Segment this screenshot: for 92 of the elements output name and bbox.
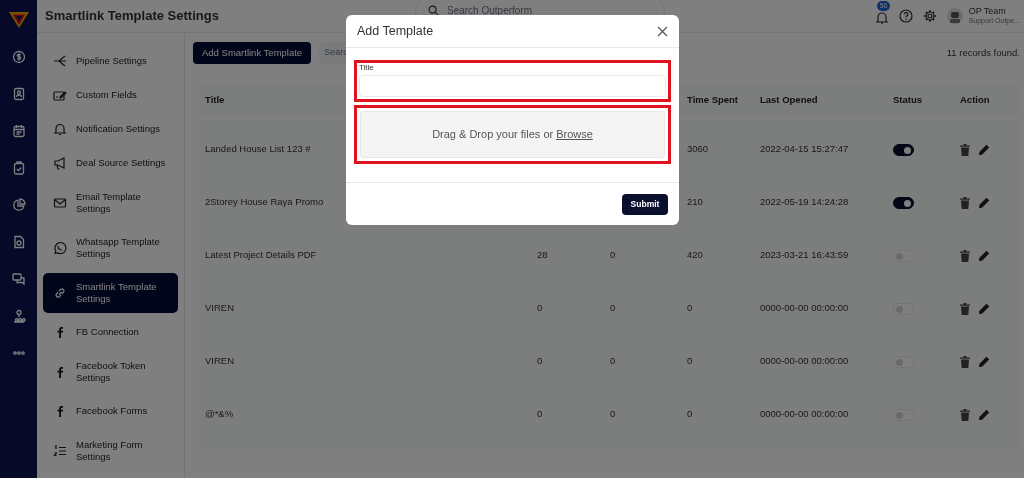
table-cell: 0	[687, 301, 693, 316]
pencil-icon[interactable]	[978, 196, 990, 209]
submit-button[interactable]: Submit	[622, 193, 668, 215]
settings-menu-item[interactable]: Custom Fields	[43, 78, 178, 112]
table-cell: VIREN	[205, 301, 235, 316]
user-name: OP Team	[968, 6, 1007, 16]
table-cell: 0000-00-00 00:00:00	[760, 301, 849, 316]
status-toggle[interactable]	[893, 143, 914, 156]
settings-menu-item[interactable]: Marketing Form Settings	[43, 430, 178, 471]
table-cell: 0	[537, 407, 543, 422]
settings-menu-item[interactable]: Pipeline Settings	[43, 44, 178, 78]
table-cell: 0	[537, 301, 543, 316]
settings-menu-item[interactable]: Deal Source Settings	[43, 146, 178, 180]
table-cell: VIREN	[205, 354, 235, 369]
table-cell: 28	[537, 248, 548, 263]
settings-menu-item[interactable]: Facebook Token Settings	[43, 351, 178, 392]
table-cell: 2022-04-15 15:27:47	[760, 142, 849, 157]
settings-menu-item[interactable]: FB Connection	[43, 315, 178, 349]
column-header: Status	[893, 94, 923, 106]
table-cell: 0	[537, 354, 543, 369]
modal-title: Add Template	[357, 22, 435, 40]
table-cell: Landed House List 123 #	[205, 142, 311, 157]
trash-icon[interactable]	[960, 249, 970, 262]
file-dropzone[interactable]: Drag & Drop your files or Browse	[360, 111, 665, 158]
column-header: Last Opened	[760, 94, 818, 106]
status-toggle[interactable]	[893, 196, 914, 209]
add-template-button[interactable]: Add Smartlink Template	[193, 42, 312, 64]
table-cell: 0	[610, 354, 616, 369]
table-cell: 0	[610, 301, 616, 316]
bell-icon	[53, 122, 67, 136]
close-icon[interactable]	[657, 25, 668, 37]
table-cell: 420	[687, 248, 703, 263]
contact-card-icon[interactable]	[11, 87, 26, 101]
records-count: 11 records found.	[946, 45, 1020, 60]
table-cell: 0	[687, 354, 693, 369]
pencil-icon[interactable]	[978, 302, 990, 315]
settings-icon[interactable]	[922, 9, 937, 23]
table-cell: 2Storey House Raya Promo	[205, 195, 324, 210]
column-header: Time Spent	[687, 94, 739, 106]
pie-chart-icon[interactable]	[11, 198, 26, 212]
trash-icon[interactable]	[960, 302, 970, 315]
logo-icon[interactable]	[7, 11, 30, 29]
link-icon	[53, 285, 67, 300]
whatsapp-icon	[53, 240, 67, 255]
pipeline-icon	[53, 54, 67, 68]
table-cell: 0	[610, 407, 616, 422]
table-cell: 210	[687, 195, 703, 210]
notification-icon[interactable]	[874, 11, 889, 25]
table-cell: 0000-00-00 00:00:00	[760, 407, 849, 422]
trash-icon[interactable]	[960, 143, 970, 156]
pencil-icon[interactable]	[978, 249, 990, 262]
search-placeholder: Searc	[324, 46, 348, 60]
settings-menu-item[interactable]: Facebook Forms	[43, 394, 178, 428]
table-cell: 0	[687, 407, 693, 422]
settings-menu-item[interactable]: Email Template Settings	[43, 182, 178, 223]
clipboard-check-icon[interactable]	[11, 161, 26, 175]
search-icon	[428, 4, 439, 16]
table-cell: @*&%	[205, 407, 234, 422]
document-icon[interactable]	[11, 235, 26, 249]
help-icon[interactable]	[898, 9, 913, 23]
dollar-icon[interactable]	[11, 50, 26, 64]
page-title: Smartlink Template Settings	[45, 7, 220, 26]
megaphone-icon	[53, 156, 67, 170]
avatar-icon[interactable]	[946, 8, 963, 24]
chat-icon[interactable]	[11, 272, 26, 286]
pencil-icon[interactable]	[978, 355, 990, 368]
dropzone-text: Drag & Drop your files or	[432, 127, 554, 143]
table-cell: Latest Project Details PDF	[205, 248, 317, 263]
column-header: Action	[960, 94, 990, 106]
mail-icon	[53, 195, 67, 210]
table-cell: 2023-03-21 16:43:59	[760, 248, 849, 263]
numbered-list-icon	[53, 443, 67, 458]
settings-menu-item[interactable]: Smartlink Template Settings	[43, 272, 178, 313]
title-input[interactable]	[359, 75, 666, 97]
form-edit-icon	[53, 88, 67, 102]
people-icon[interactable]	[11, 309, 26, 323]
pencil-icon[interactable]	[978, 143, 990, 156]
table-cell: 0	[610, 248, 616, 263]
column-header: Title	[205, 94, 225, 106]
search-placeholder: Search Outperform	[447, 3, 533, 18]
settings-menu-item[interactable]: Notification Settings	[43, 112, 178, 146]
table-cell: 3060	[687, 142, 709, 157]
trash-icon[interactable]	[960, 196, 970, 209]
pencil-icon[interactable]	[978, 408, 990, 421]
settings-menu-item[interactable]: Whatsapp Template Settings	[43, 227, 178, 268]
trash-icon[interactable]	[960, 408, 970, 421]
field-label: Title	[358, 63, 375, 73]
calendar-icon[interactable]	[11, 124, 26, 138]
table-cell: 0000-00-00 00:00:00	[760, 354, 849, 369]
trash-icon[interactable]	[960, 355, 970, 368]
table-cell: 2022-05-19 14:24:28	[760, 195, 849, 210]
browse-link[interactable]: Browse	[556, 126, 593, 143]
